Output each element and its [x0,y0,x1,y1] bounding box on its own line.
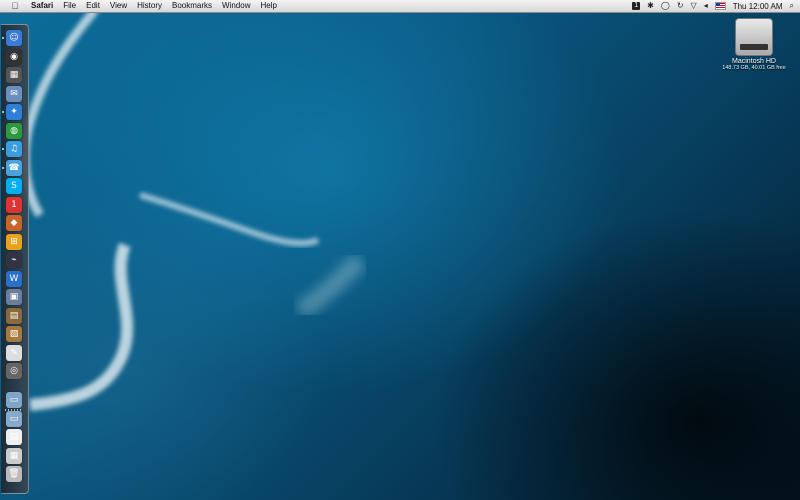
menu-history[interactable]: History [132,0,167,12]
ical-icon[interactable]: 1 [6,196,22,213]
mail-icon[interactable]: ✉ [6,85,22,102]
drive-info: 148.73 GB, 40.01 GB free [722,65,786,71]
time-machine-icon[interactable]: ◯ [661,0,670,12]
ichat-icon[interactable]: ☎ [6,159,22,176]
wunderlist-icon[interactable]: W [6,270,22,287]
menu-bookmarks[interactable]: Bookmarks [167,0,217,12]
bluetooth-icon[interactable]: ✱ [647,0,654,12]
photo-icon[interactable]: ◆ [6,215,22,231]
input-source-flag-icon[interactable] [714,2,726,10]
dock: ☺ ◉ ▦ ✉ ✦ ◍ ♫ ☎ S 1 ◆ ⊞ ⌁ W ▣ ▤ ▧ ✎ ◎ ▭ ▭ ▤ ▦ 🗑 [1,24,29,494]
menu-file[interactable]: File [58,0,81,12]
windows-icon[interactable]: ⊞ [6,233,22,250]
running-indicator [2,148,4,150]
safari-icon[interactable]: ✦ [6,104,22,120]
volume-icon[interactable]: ◂ [704,0,708,12]
spotlight-search-icon[interactable]: ⌕ [790,0,794,12]
menu-window[interactable]: Window [217,0,255,12]
network-icon[interactable]: ⌁ [6,252,22,268]
menu-clock[interactable]: Thu 12:00 AM [733,2,783,11]
menu-edit[interactable]: Edit [81,0,105,12]
drive-name: Macintosh HD [732,58,776,65]
macintosh-hd-desktop-icon[interactable]: Macintosh HD 148.73 GB, 40.01 GB free [716,18,792,71]
app-store-icon[interactable]: ◎ [6,363,22,379]
wallpaper-swirls [20,7,367,411]
itunes-icon[interactable]: ♫ [6,141,22,157]
finder-icon[interactable]: ☺ [6,30,22,46]
dashboard-icon[interactable]: ◉ [6,48,22,65]
globe-icon[interactable]: ◍ [6,122,22,139]
applications-folder-icon[interactable]: ▭ [6,392,22,408]
preview-icon[interactable]: ▣ [6,289,22,305]
running-indicator [2,111,4,113]
apple-icon[interactable]:  [8,1,22,11]
textedit-icon[interactable]: ✎ [6,344,22,361]
menu-bar:  Safari File Edit View History Bookmark… [0,0,800,13]
downloads-icon[interactable]: ▦ [6,447,22,464]
spaces-badge[interactable]: 1 [632,2,641,10]
document-icon[interactable]: ▤ [6,429,22,445]
trash-icon[interactable]: 🗑 [6,466,22,482]
menu-help[interactable]: Help [255,0,281,12]
status-menus: 1 ✱ ◯ ↻ ▽ ◂ Thu 12:00 AM ⌕ [632,0,794,12]
iphoto-icon[interactable]: ▤ [6,307,22,324]
documents-folder-icon[interactable]: ▭ [6,410,22,427]
hard-drive-icon [735,18,773,56]
wifi-icon[interactable]: ▽ [691,0,697,12]
desktop [0,0,800,500]
menu-app-name[interactable]: Safari [26,0,58,12]
running-indicator [2,166,4,169]
menu-view[interactable]: View [105,0,132,12]
spaces-icon[interactable]: ▦ [6,67,22,83]
skype-icon[interactable]: S [6,178,22,194]
running-indicator [2,37,4,39]
image-icon[interactable]: ▧ [6,326,22,342]
sync-icon[interactable]: ↻ [677,0,684,12]
